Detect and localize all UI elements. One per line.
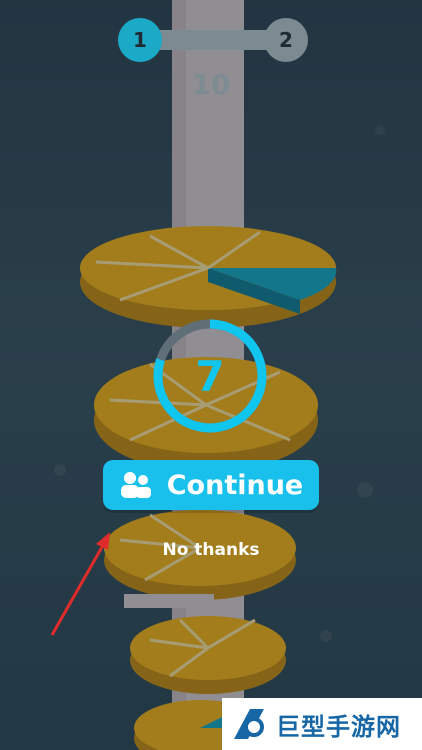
watermark-text: 巨型手游网 (276, 712, 401, 741)
continue-label: Continue (166, 469, 304, 501)
score-counter: 10 (191, 68, 231, 101)
next-level-badge: 2 (264, 18, 308, 62)
no-thanks-link[interactable]: No thanks (150, 540, 272, 560)
countdown-number: 7 (195, 351, 225, 401)
continue-button[interactable]: Continue (103, 460, 319, 510)
site-watermark: 巨型手游网 (222, 698, 422, 750)
revive-countdown-ring: 7 (150, 316, 270, 436)
group-people-icon (119, 470, 153, 500)
watermark-logo-icon (234, 709, 264, 739)
level-progress: 1 2 (118, 18, 308, 62)
current-level-badge: 1 (118, 18, 162, 62)
